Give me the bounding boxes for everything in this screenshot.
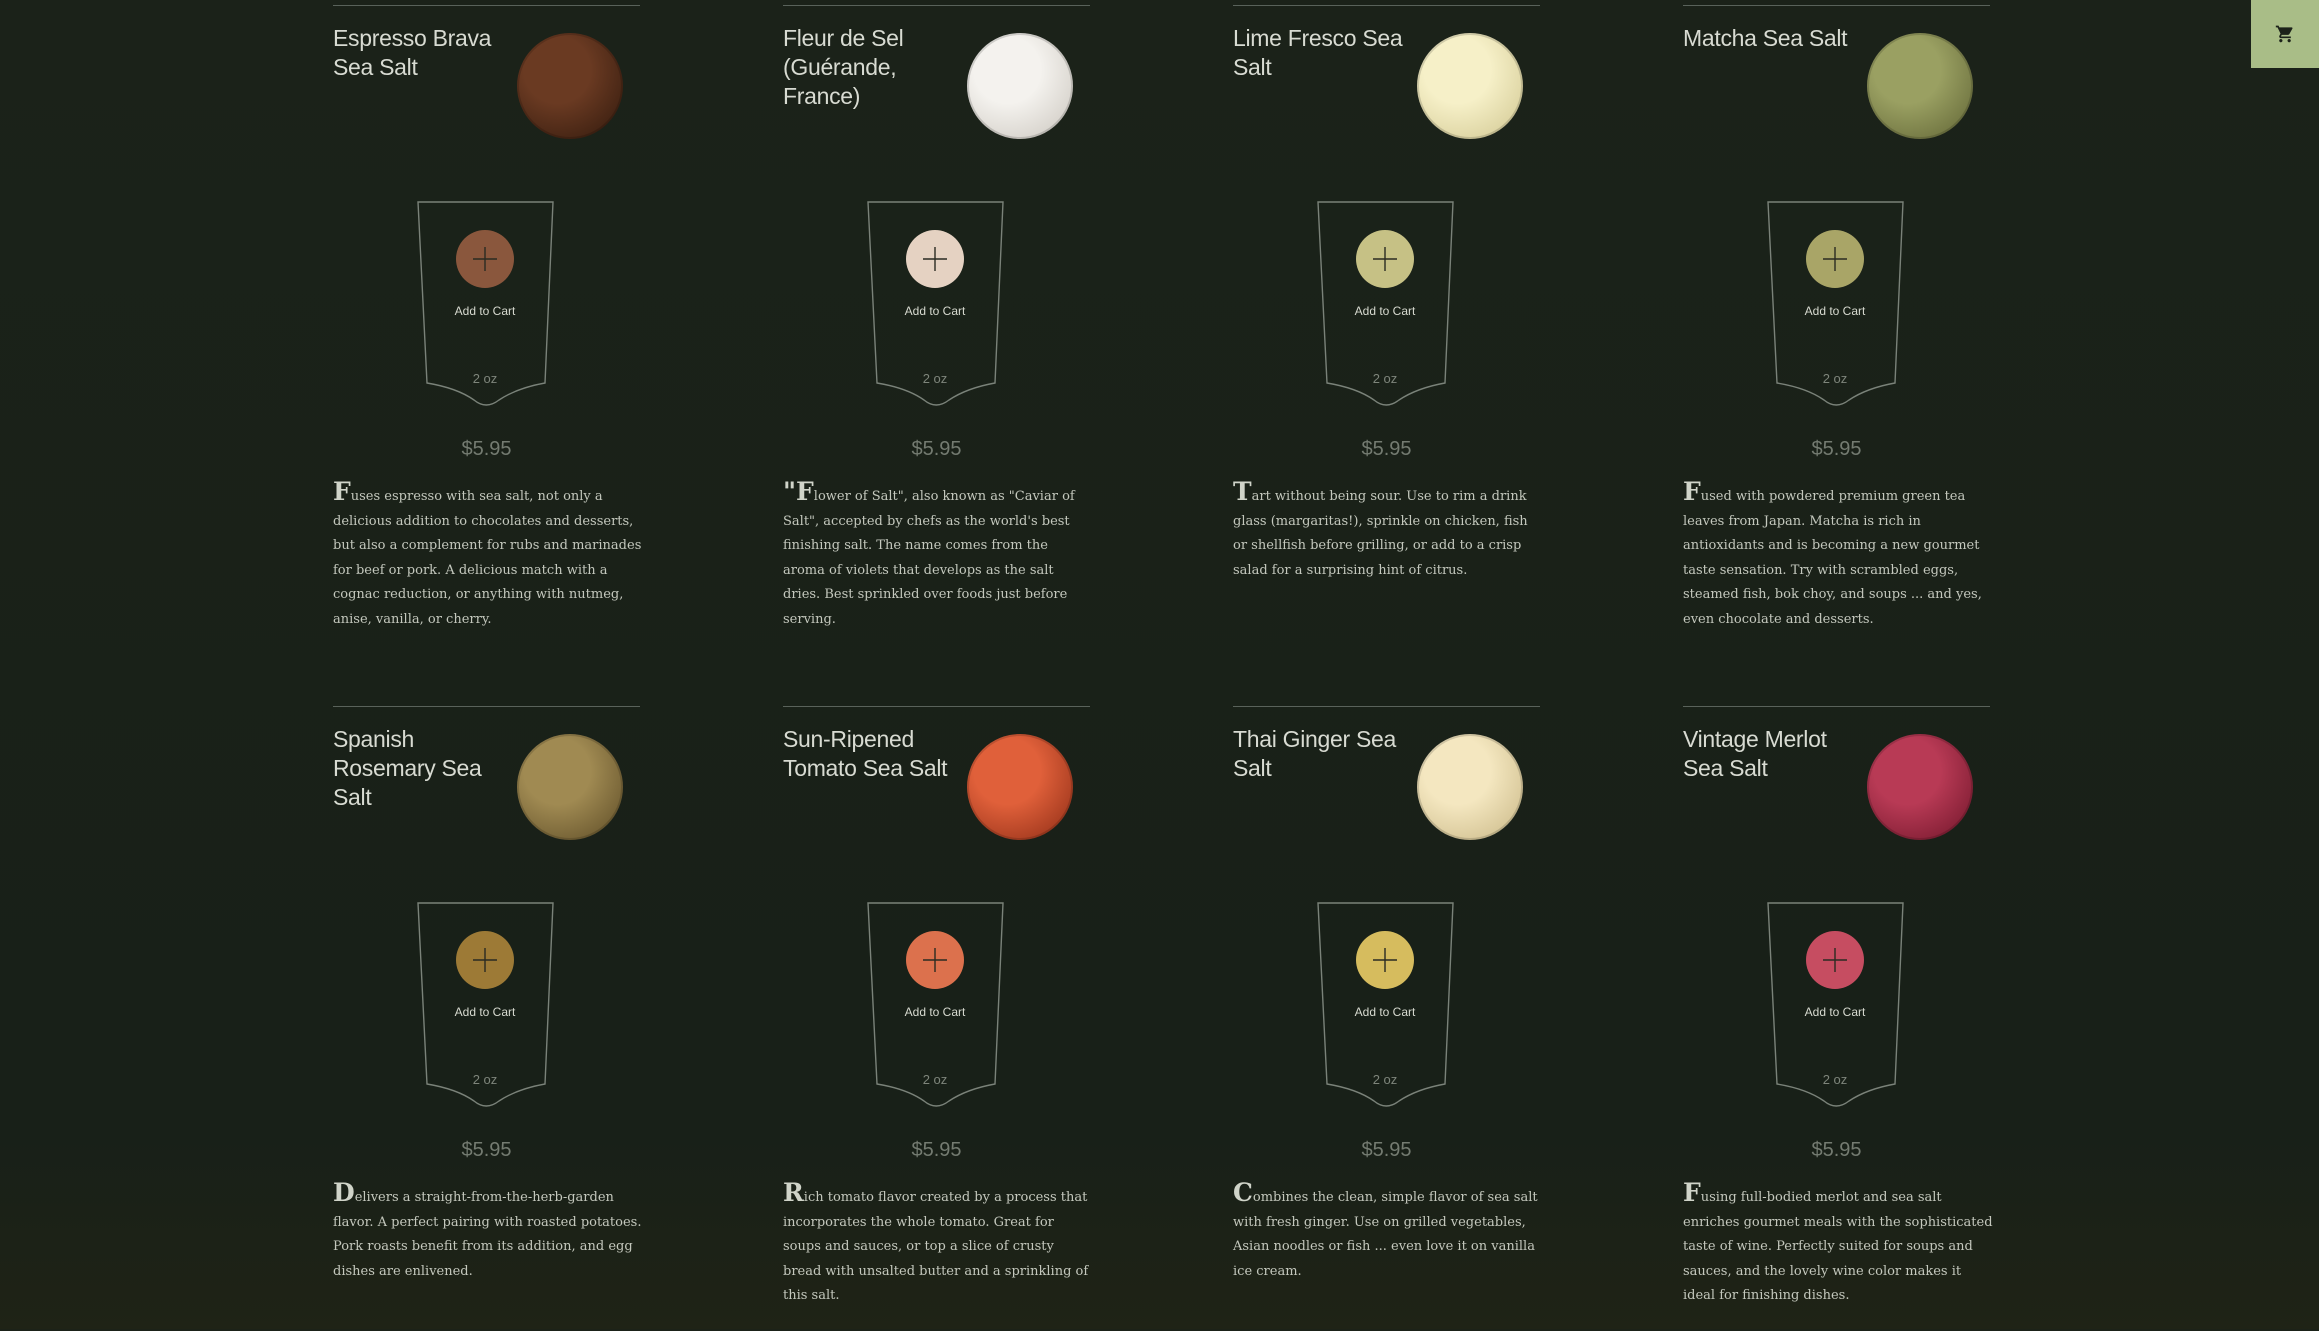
- product-card: Lime Fresco Sea Salt Add to Cart 2 oz $5…: [1233, 5, 1540, 706]
- pouch-outline: Add to Cart 2 oz: [867, 901, 1007, 1111]
- product-card: Fleur de Sel (Guérande, France) Add to C…: [783, 5, 1090, 706]
- product-size: 2 oz: [1372, 1072, 1398, 1087]
- plus-icon: [1373, 247, 1397, 271]
- product-card: Vintage Merlot Sea Salt Add to Cart 2 oz…: [1683, 706, 1993, 1331]
- plus-icon: [923, 247, 947, 271]
- add-to-cart-label[interactable]: Add to Cart: [1317, 1005, 1453, 1019]
- product-name: Spanish Rosemary Sea Salt: [333, 726, 482, 810]
- product-size: 2 oz: [922, 1072, 948, 1087]
- product-price: $5.95: [461, 438, 512, 460]
- salt-swatch-image: [1417, 734, 1523, 840]
- add-to-cart-button[interactable]: [906, 931, 964, 989]
- plus-icon: [1373, 948, 1397, 972]
- product-grid: Espresso Brava Sea Salt Add to Cart 2 oz…: [333, 5, 1993, 1331]
- plus-icon: [473, 247, 497, 271]
- pouch-outline: Add to Cart 2 oz: [1767, 200, 1907, 410]
- product-card: Espresso Brava Sea Salt Add to Cart 2 oz…: [333, 5, 642, 706]
- salt-swatch-image: [967, 734, 1073, 840]
- add-to-cart-label[interactable]: Add to Cart: [1767, 1005, 1903, 1019]
- product-size: 2 oz: [472, 1072, 498, 1087]
- plus-icon: [1823, 247, 1847, 271]
- product-description: Fused with powdered premium green tea le…: [1683, 477, 1982, 627]
- cart-icon: [2275, 25, 2293, 43]
- pouch-outline: Add to Cart 2 oz: [867, 200, 1007, 410]
- salt-swatch-image: [1867, 734, 1973, 840]
- add-to-cart-button[interactable]: [456, 931, 514, 989]
- product-name: Matcha Sea Salt: [1683, 25, 1848, 51]
- product-price: $5.95: [1361, 1139, 1412, 1161]
- pouch-outline: Add to Cart 2 oz: [1317, 200, 1457, 410]
- product-description: Fusing full-bodied merlot and sea salt e…: [1683, 1178, 1993, 1304]
- product-name: Lime Fresco Sea Salt: [1233, 25, 1403, 80]
- plus-icon: [473, 948, 497, 972]
- add-to-cart-button[interactable]: [1356, 230, 1414, 288]
- product-card: Spanish Rosemary Sea Salt Add to Cart 2 …: [333, 706, 642, 1331]
- product-size: 2 oz: [472, 371, 498, 386]
- product-price: $5.95: [1811, 1139, 1862, 1161]
- cart-button[interactable]: [2251, 0, 2319, 68]
- add-to-cart-button[interactable]: [906, 230, 964, 288]
- product-price: $5.95: [911, 438, 962, 460]
- product-description: Fuses espresso with sea salt, not only a…: [333, 477, 642, 627]
- salt-swatch-image: [517, 734, 623, 840]
- salt-swatch-image: [1417, 33, 1523, 139]
- pouch-outline: Add to Cart 2 oz: [1317, 901, 1457, 1111]
- product-size: 2 oz: [1822, 371, 1848, 386]
- product-description: Combines the clean, simple flavor of sea…: [1233, 1178, 1538, 1279]
- plus-icon: [1823, 948, 1847, 972]
- product-name: Espresso Brava Sea Salt: [333, 25, 492, 80]
- product-card: Sun-Ripened Tomato Sea Salt Add to Cart …: [783, 706, 1090, 1331]
- product-description: "Flower of Salt", also known as "Caviar …: [783, 477, 1075, 627]
- add-to-cart-label[interactable]: Add to Cart: [867, 304, 1003, 318]
- plus-icon: [923, 948, 947, 972]
- product-description: Tart without being sour. Use to rim a dr…: [1233, 477, 1528, 578]
- product-name: Sun-Ripened Tomato Sea Salt: [783, 726, 948, 781]
- pouch-outline: Add to Cart 2 oz: [417, 901, 557, 1111]
- product-size: 2 oz: [1372, 371, 1398, 386]
- add-to-cart-label[interactable]: Add to Cart: [867, 1005, 1003, 1019]
- product-name: Thai Ginger Sea Salt: [1233, 726, 1396, 781]
- product-size: 2 oz: [1822, 1072, 1848, 1087]
- add-to-cart-label[interactable]: Add to Cart: [417, 1005, 553, 1019]
- add-to-cart-button[interactable]: [456, 230, 514, 288]
- product-price: $5.95: [1361, 438, 1412, 460]
- add-to-cart-label[interactable]: Add to Cart: [417, 304, 553, 318]
- product-price: $5.95: [1811, 438, 1862, 460]
- product-price: $5.95: [911, 1139, 962, 1161]
- product-card: Matcha Sea Salt Add to Cart 2 oz $5.95 F…: [1683, 5, 1990, 706]
- add-to-cart-button[interactable]: [1806, 931, 1864, 989]
- product-price: $5.95: [461, 1139, 512, 1161]
- add-to-cart-label[interactable]: Add to Cart: [1317, 304, 1453, 318]
- product-size: 2 oz: [922, 371, 948, 386]
- add-to-cart-button[interactable]: [1356, 931, 1414, 989]
- add-to-cart-label[interactable]: Add to Cart: [1767, 304, 1903, 318]
- salt-swatch-image: [517, 33, 623, 139]
- product-description: Delivers a straight-from-the-herb-garden…: [333, 1178, 642, 1279]
- salt-swatch-image: [1867, 33, 1973, 139]
- product-card: Thai Ginger Sea Salt Add to Cart 2 oz $5…: [1233, 706, 1540, 1331]
- pouch-outline: Add to Cart 2 oz: [417, 200, 557, 410]
- product-description: Rich tomato flavor created by a process …: [783, 1178, 1089, 1304]
- salt-swatch-image: [967, 33, 1073, 139]
- product-name: Vintage Merlot Sea Salt: [1683, 726, 1827, 781]
- product-name: Fleur de Sel (Guérande, France): [783, 25, 904, 109]
- add-to-cart-button[interactable]: [1806, 230, 1864, 288]
- pouch-outline: Add to Cart 2 oz: [1767, 901, 1907, 1111]
